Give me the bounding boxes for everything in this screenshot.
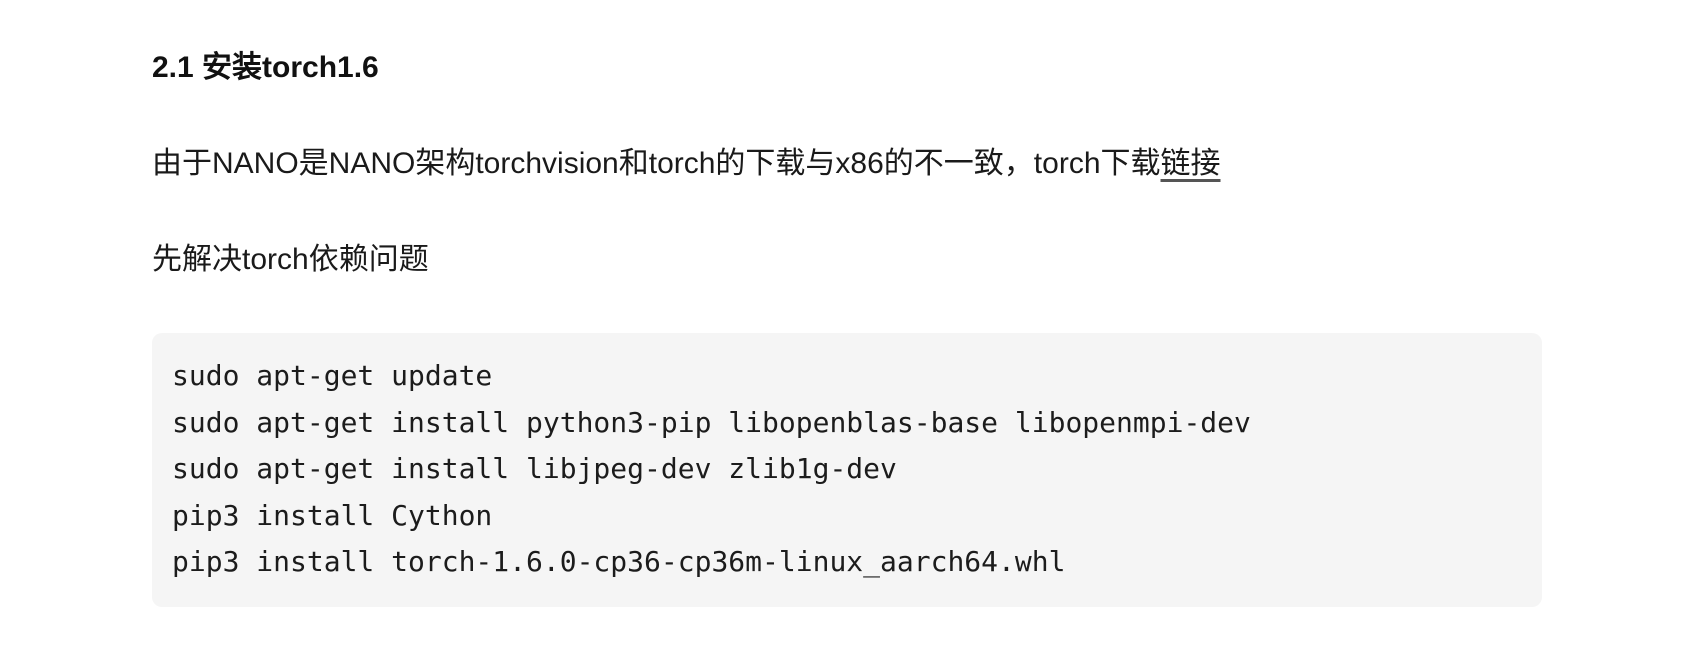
code-line: pip3 install torch-1.6.0-cp36-cp36m-linu… xyxy=(172,545,1066,578)
dependencies-paragraph: 先解决torch依赖问题 xyxy=(152,243,429,276)
code-block[interactable]: sudo apt-get update sudo apt-get install… xyxy=(152,333,1542,607)
intro-text: 由于NANO是NANO架构torchvision和torch的下载与x86的不一… xyxy=(152,147,1161,180)
intro-paragraph: 由于NANO是NANO架构torchvision和torch的下载与x86的不一… xyxy=(152,140,1221,188)
section-heading: 2.1 安装torch1.6 xyxy=(152,51,379,84)
code-line: sudo apt-get install python3-pip libopen… xyxy=(172,405,1251,439)
code-line: pip3 install Cython xyxy=(172,498,493,532)
code-line: sudo apt-get install libjpeg-dev zlib1g-… xyxy=(172,452,897,485)
code-line: sudo apt-get update xyxy=(172,359,493,392)
download-link[interactable]: 链接 xyxy=(1161,147,1221,180)
